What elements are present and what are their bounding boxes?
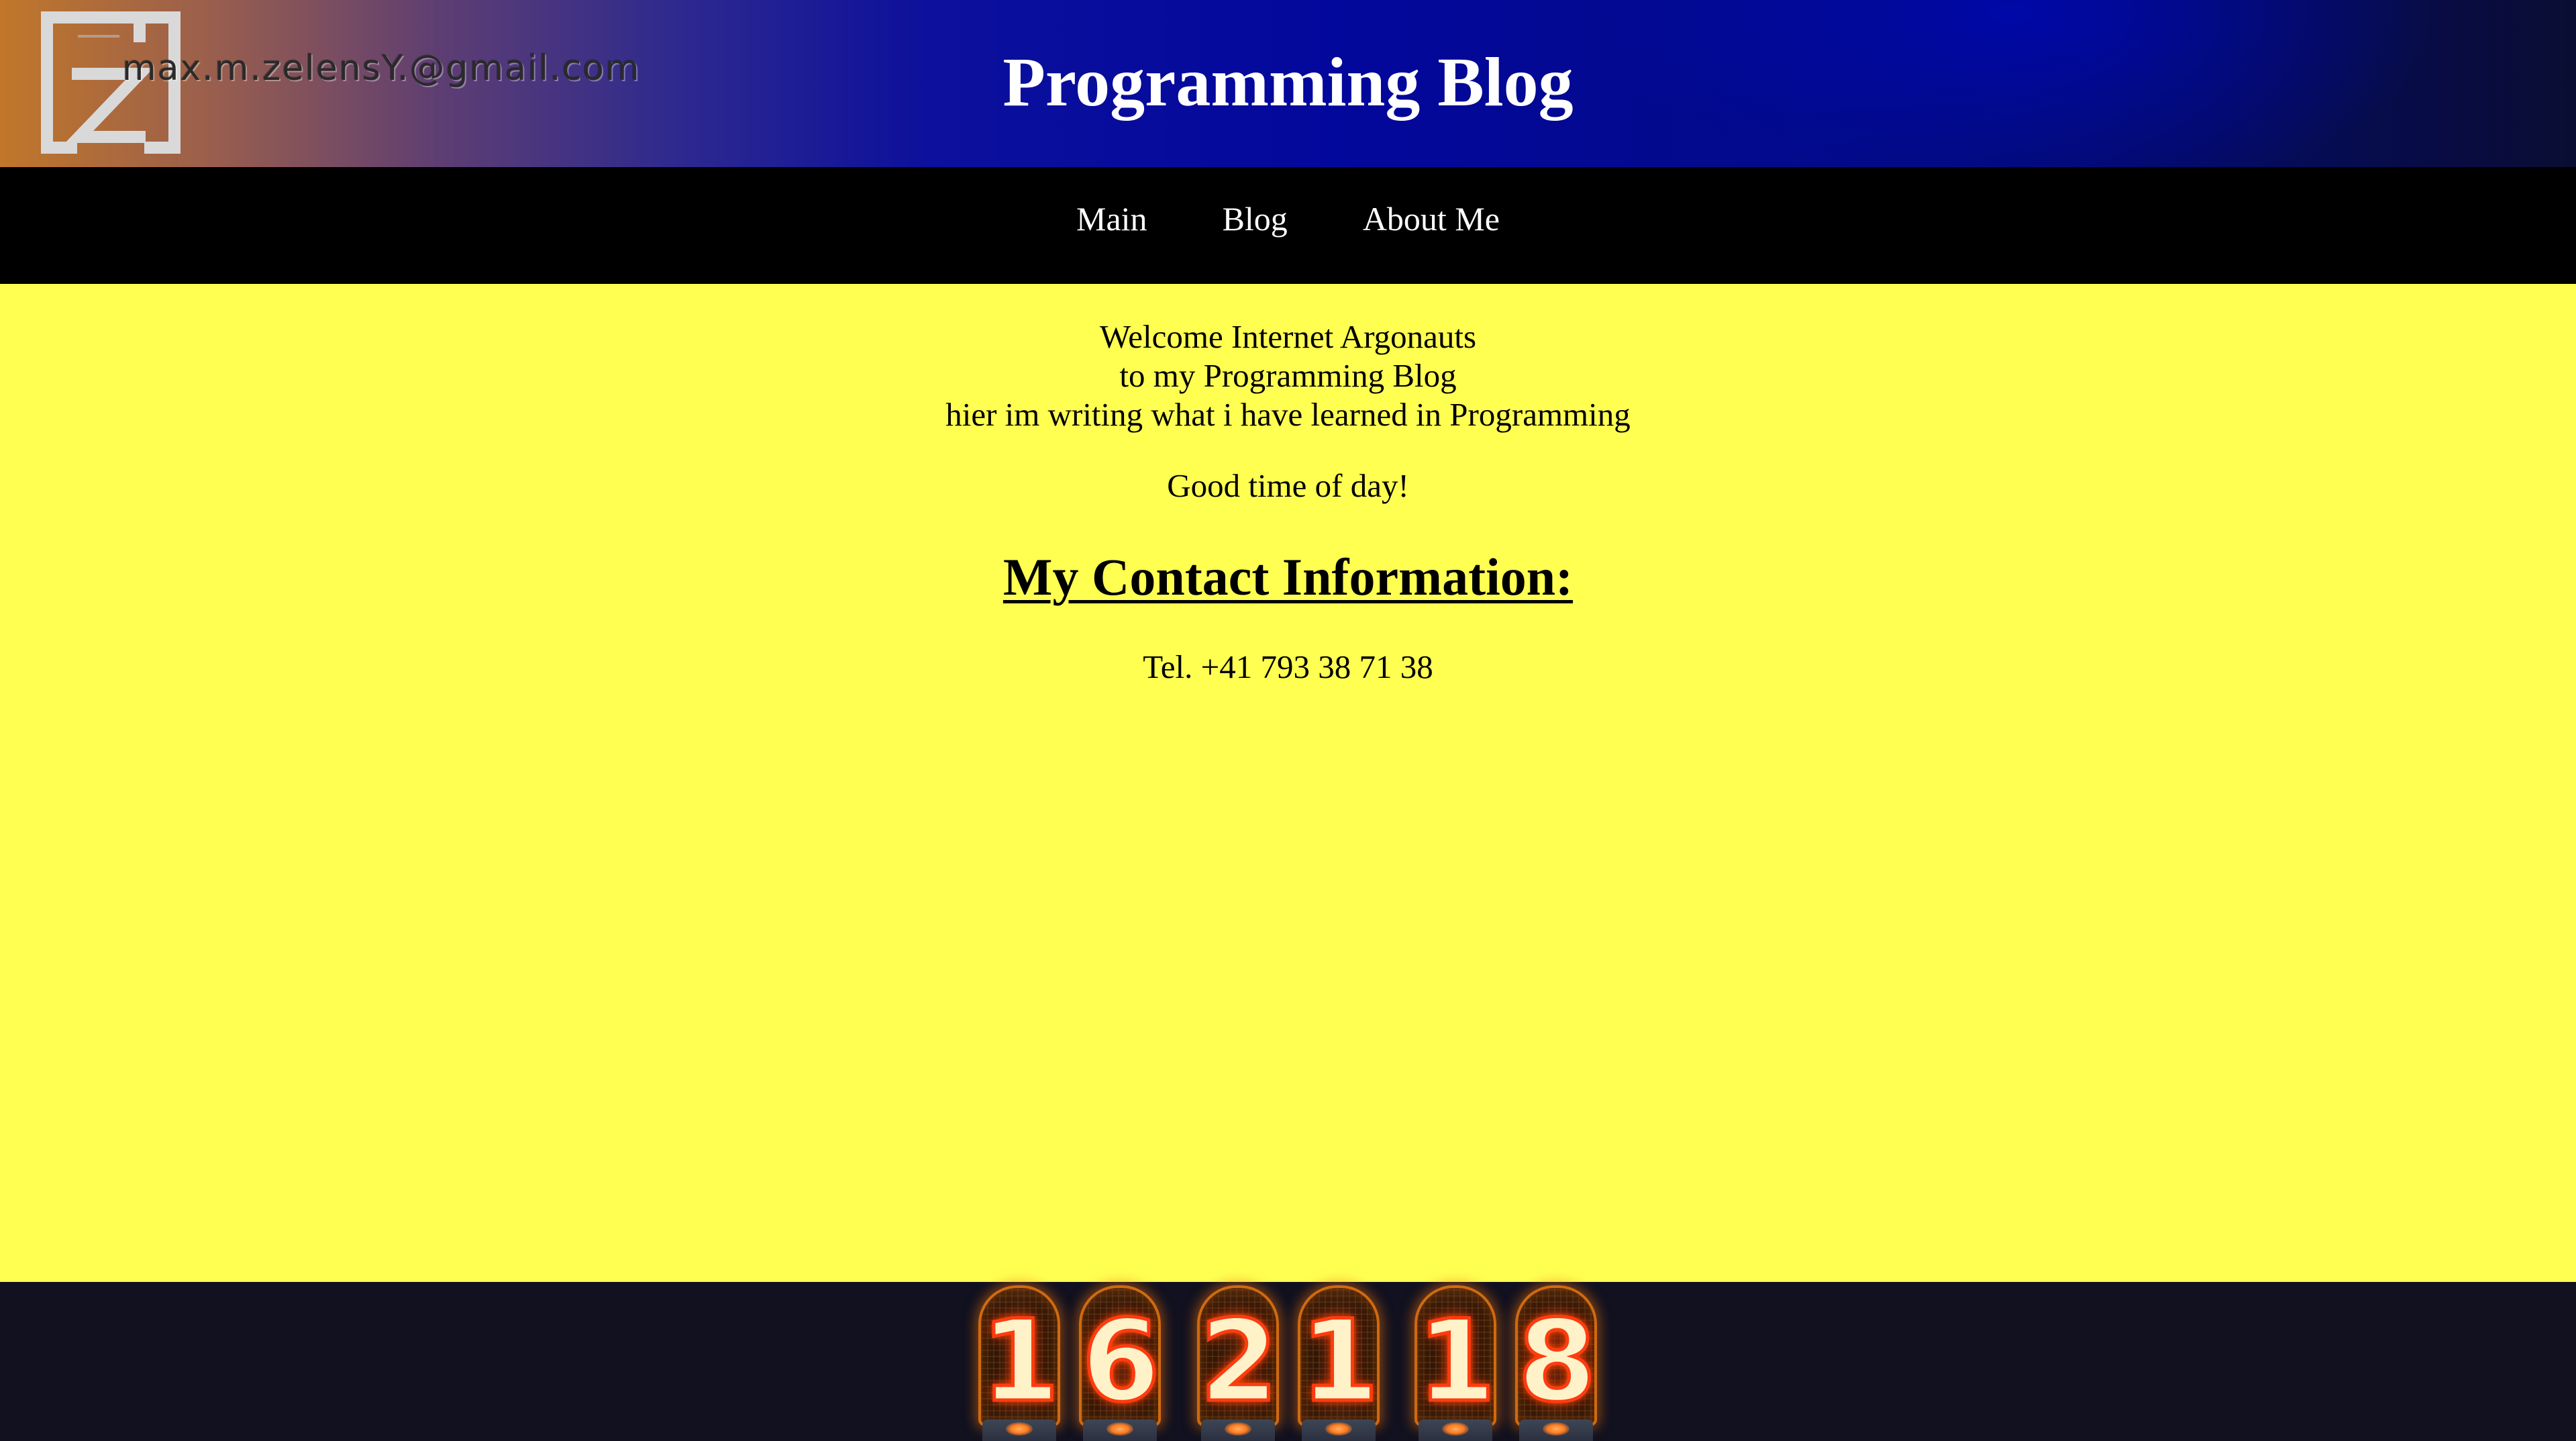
counter-digit: 6 — [1082, 1295, 1160, 1426]
nixie-tube-counter-icon: 1 6 2 1 1 8 — [0, 1282, 2576, 1441]
counter-digit-tube: 6 — [1079, 1285, 1161, 1441]
nav-item-blog[interactable]: Blog — [1223, 199, 1288, 238]
counter-digit: 1 — [981, 1295, 1060, 1426]
greeting-text: Good time of day! — [1167, 467, 1409, 504]
site-footer: 1 6 2 1 1 8 — [0, 1282, 2576, 1441]
nav-item-about-me[interactable]: About Me — [1363, 199, 1500, 238]
counter-digit-tube: 1 — [978, 1285, 1060, 1441]
welcome-line: hier im writing what i have learned in P… — [945, 396, 1631, 433]
counter-digit: 8 — [1518, 1295, 1596, 1426]
welcome-text: Welcome Internet Argonauts to my Program… — [0, 317, 2576, 434]
site-title: Programming Blog — [1002, 44, 1574, 121]
main-nav: Main Blog About Me — [0, 167, 2576, 284]
counter-digit-tube: 8 — [1515, 1285, 1597, 1441]
welcome-line: Welcome Internet Argonauts — [1099, 318, 1477, 355]
nav-item-main[interactable]: Main — [1076, 199, 1147, 238]
counter-digit: 1 — [1300, 1295, 1379, 1426]
welcome-line: to my Programming Blog — [1119, 357, 1457, 394]
counter-digit-tube: 2 — [1197, 1285, 1279, 1441]
counter-digit-tube: 1 — [1298, 1285, 1380, 1441]
counter-digit-tube: 1 — [1414, 1285, 1496, 1441]
counter-digit: 2 — [1200, 1295, 1278, 1426]
main-content: Welcome Internet Argonauts to my Program… — [0, 284, 2576, 1282]
contact-heading: My Contact Information: — [1002, 548, 1574, 606]
counter-digit: 1 — [1417, 1295, 1496, 1426]
phone-number: Tel. +41 793 38 71 38 — [1143, 648, 1433, 685]
site-header: max.m.zelensY.@gmail.com Programming Blo… — [0, 0, 2576, 167]
